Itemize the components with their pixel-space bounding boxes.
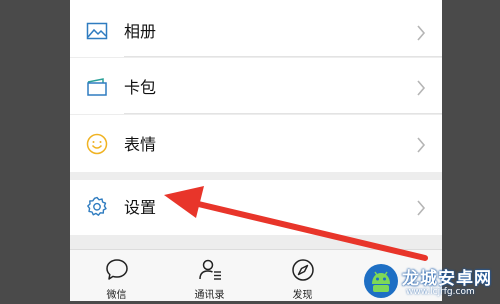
tab-label: 通讯录: [194, 290, 225, 301]
menu-item-label: 卡包: [124, 78, 157, 97]
menu-item-card-wallet[interactable]: 卡包: [70, 58, 442, 114]
smiley-icon: [86, 133, 108, 155]
gear-icon: [86, 196, 108, 218]
menu-item-label: 表情: [124, 135, 157, 154]
site-watermark: 龙城安卓网 www.lcjrfg.com: [362, 256, 500, 301]
album-icon: [86, 20, 108, 42]
chevron-right-icon: [416, 136, 426, 154]
divider: [124, 113, 442, 114]
menu-item-label: 相册: [124, 22, 157, 41]
card-wallet-icon: [86, 76, 108, 98]
android-logo-icon: [362, 262, 400, 300]
tab-label: 微信: [106, 290, 127, 301]
chat-bubble-icon: [104, 257, 130, 283]
divider: [124, 56, 442, 57]
watermark-title: 龙城安卓网: [402, 269, 492, 289]
chevron-right-icon: [416, 79, 426, 97]
watermark-url: www.lcjrfg.com: [406, 287, 475, 297]
menu-item-sticker[interactable]: 表情: [70, 115, 442, 172]
chevron-right-icon: [416, 24, 426, 42]
tab-label: 发现: [292, 290, 313, 301]
menu-item-album[interactable]: 相册: [70, 0, 442, 57]
